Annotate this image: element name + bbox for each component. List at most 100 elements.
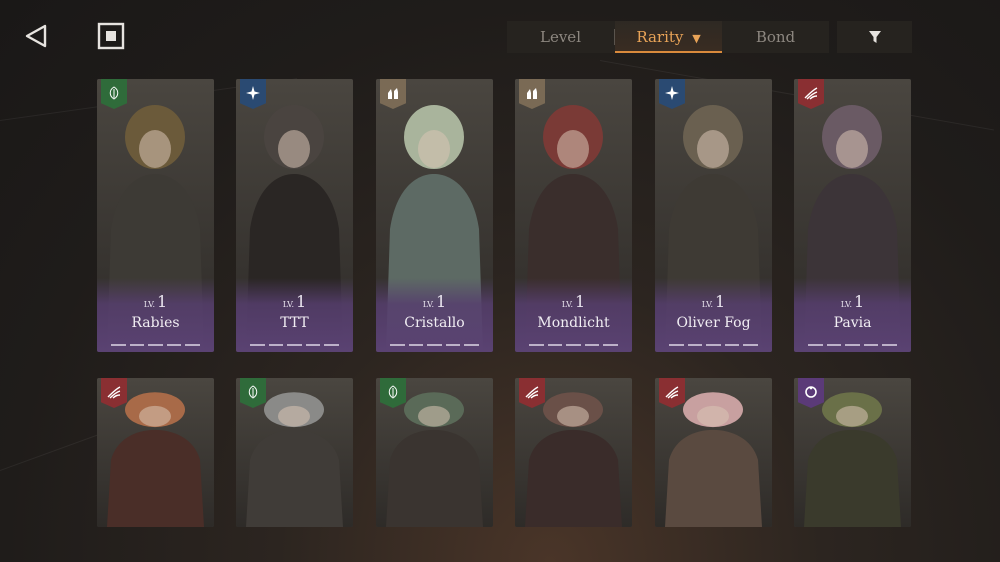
character-card[interactable]: LV. 1 Cristallo <box>376 79 493 352</box>
character-card[interactable]: LV. 1 Rabies <box>97 79 214 352</box>
afflatus-badge <box>659 79 685 109</box>
afflatus-badge <box>380 79 406 109</box>
star-icon <box>246 86 260 100</box>
character-level: LV. 1 <box>655 292 772 311</box>
mineral-icon <box>527 88 537 99</box>
level-prefix: LV. <box>701 300 714 309</box>
beast-icon <box>107 386 121 399</box>
insight-progress <box>250 344 339 346</box>
character-name: Mondlicht <box>537 315 610 331</box>
sort-bond-tab[interactable]: Bond <box>722 21 829 53</box>
card-info-panel: LV. 1 TTT <box>236 278 353 352</box>
insight-pip <box>464 344 479 346</box>
character-name: Rabies <box>131 315 180 331</box>
beast-icon <box>525 386 539 399</box>
character-name: Oliver Fog <box>676 315 751 331</box>
plant-icon <box>109 86 119 100</box>
beast-icon <box>804 87 818 100</box>
character-card[interactable] <box>794 378 911 527</box>
afflatus-badge <box>519 79 545 109</box>
insight-pip <box>826 344 842 346</box>
card-info-panel: LV. 1 Mondlicht <box>515 278 632 352</box>
insight-progress <box>111 344 200 346</box>
character-level: LV. 1 <box>794 292 911 311</box>
insight-pip <box>603 344 618 346</box>
sort-level-tab[interactable]: Level <box>507 21 614 53</box>
level-value: 1 <box>436 292 447 311</box>
level-value: 1 <box>575 292 586 311</box>
level-value: 1 <box>296 292 307 311</box>
insight-pip <box>529 344 544 346</box>
insight-pip <box>287 344 302 346</box>
insight-pip <box>808 344 823 346</box>
insight-pip <box>408 344 424 346</box>
back-triangle-icon <box>25 24 47 48</box>
insight-pip <box>185 344 200 346</box>
insight-pip <box>743 344 758 346</box>
mineral-icon <box>388 88 398 99</box>
funnel-icon <box>868 31 881 43</box>
insight-pip <box>547 344 563 346</box>
home-button[interactable] <box>95 20 127 52</box>
afflatus-badge <box>240 378 266 408</box>
level-prefix: LV. <box>282 300 295 309</box>
insight-pip <box>129 344 145 346</box>
level-prefix: LV. <box>143 300 156 309</box>
insight-pip <box>724 344 740 346</box>
stop-square-icon <box>97 22 125 50</box>
level-value: 1 <box>157 292 168 311</box>
character-card[interactable]: LV. 1 Oliver Fog <box>655 79 772 352</box>
back-button[interactable] <box>20 20 52 52</box>
level-prefix: LV. <box>561 300 574 309</box>
character-card[interactable] <box>236 378 353 527</box>
insight-pip <box>305 344 321 346</box>
insight-pip <box>427 344 442 346</box>
insight-pip <box>111 344 126 346</box>
sort-bar: Level Rarity ▼ Bond <box>507 21 829 53</box>
card-info-panel: LV. 1 Rabies <box>97 278 214 352</box>
afflatus-badge <box>798 79 824 109</box>
character-card[interactable]: LV. 1 TTT <box>236 79 353 352</box>
character-card[interactable]: LV. 1 Pavia <box>794 79 911 352</box>
insight-pip <box>268 344 284 346</box>
insight-pip <box>250 344 265 346</box>
insight-pip <box>706 344 721 346</box>
level-value: 1 <box>715 292 726 311</box>
insight-pip <box>166 344 182 346</box>
beast-icon <box>665 386 679 399</box>
level-prefix: LV. <box>422 300 435 309</box>
character-card[interactable]: LV. 1 Mondlicht <box>515 79 632 352</box>
level-value: 1 <box>854 292 865 311</box>
character-name: Pavia <box>833 315 872 331</box>
star-icon <box>665 86 679 100</box>
character-card[interactable] <box>97 378 214 527</box>
afflatus-badge <box>659 378 685 408</box>
afflatus-badge <box>101 378 127 408</box>
insight-pip <box>669 344 684 346</box>
insight-pip <box>584 344 600 346</box>
insight-progress <box>669 344 758 346</box>
afflatus-badge <box>240 79 266 109</box>
level-prefix: LV. <box>840 300 853 309</box>
filter-button[interactable] <box>837 21 912 53</box>
insight-pip <box>390 344 405 346</box>
insight-pip <box>863 344 879 346</box>
insight-pip <box>324 344 339 346</box>
sort-rarity-tab[interactable]: Rarity ▼ <box>615 21 722 53</box>
sort-arrow-icon: ▼ <box>692 32 701 45</box>
character-card[interactable] <box>655 378 772 527</box>
insight-pip <box>148 344 163 346</box>
afflatus-badge <box>380 378 406 408</box>
character-level: LV. 1 <box>236 292 353 311</box>
character-card[interactable] <box>515 378 632 527</box>
character-card[interactable] <box>376 378 493 527</box>
insight-progress <box>808 344 897 346</box>
insight-pip <box>566 344 581 346</box>
card-info-panel: LV. 1 Oliver Fog <box>655 278 772 352</box>
character-level: LV. 1 <box>97 292 214 311</box>
character-name: Cristallo <box>404 315 465 331</box>
insight-pip <box>445 344 461 346</box>
card-info-panel: LV. 1 Cristallo <box>376 278 493 352</box>
card-info-panel: LV. 1 Pavia <box>794 278 911 352</box>
insight-pip <box>845 344 860 346</box>
